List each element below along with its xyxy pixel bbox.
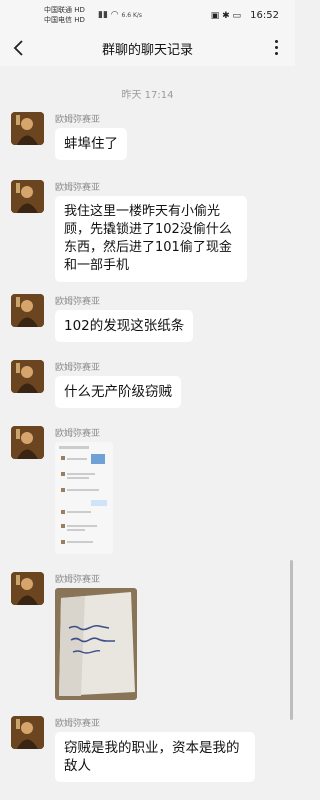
avatar[interactable] (11, 112, 44, 145)
status-bar: 中国联通 HD 中国电信 HD ▮▮ ◠ 6.6 K/s ▣ ✱ ▭ 16:52 (0, 0, 295, 30)
message-bubble[interactable]: 我住这里一楼昨天有小偷光顾，先撬锁进了102没偷什么东西，然后进了101偷了现金… (55, 196, 247, 282)
avatar[interactable] (11, 180, 44, 213)
chat-screenshot-image[interactable] (55, 442, 113, 554)
message-bubble[interactable]: 什么无产阶级窃贼 (55, 376, 181, 408)
avatar[interactable] (11, 294, 44, 327)
message-text: 我住这里一楼昨天有小偷光顾，先撬锁进了102没偷什么东西，然后进了101偷了现金… (64, 204, 232, 273)
scrollbar[interactable] (290, 560, 293, 720)
more-options-icon[interactable] (273, 40, 279, 56)
sender-name: 欧姆弥赛亚 (55, 429, 101, 439)
wifi-icon: ◠ (110, 10, 119, 20)
handwritten-note-image[interactable] (55, 588, 137, 700)
message-text: 窃贼是我的职业，资本是我的敌人 (64, 740, 240, 774)
avatar[interactable] (11, 572, 44, 605)
message-text: 什么无产阶级窃贼 (64, 384, 172, 400)
avatar[interactable] (11, 426, 44, 459)
carrier-2: 中国电信 HD (44, 16, 85, 24)
network-speed: 6.6 K/s (121, 12, 143, 19)
sender-name: 欧姆弥赛亚 (55, 297, 101, 307)
clock: 16:52 (250, 10, 279, 21)
carrier-info: 中国联通 HD 中国电信 HD (44, 5, 85, 25)
status-right: ▣ ✱ ▭ 16:52 (211, 10, 279, 21)
message-bubble[interactable]: 窃贼是我的职业，资本是我的敌人 (55, 732, 255, 782)
status-icons: ▣ ✱ ▭ (210, 11, 241, 21)
sender-name: 欧姆弥赛亚 (55, 363, 101, 373)
signal-icons: ▮▮ ◠ 6.6 K/s (98, 10, 142, 20)
avatar[interactable] (11, 716, 44, 749)
sender-name: 欧姆弥赛亚 (55, 115, 101, 125)
page-title: 群聊的聊天记录 (101, 43, 193, 58)
message-text: 蚌埠住了 (64, 136, 118, 152)
sender-name: 欧姆弥赛亚 (55, 183, 101, 193)
timestamp: 昨天 17:14 (121, 90, 174, 101)
header: 群聊的聊天记录 (0, 30, 295, 66)
avatar[interactable] (11, 360, 44, 393)
message-bubble[interactable]: 102的发现这张纸条 (55, 310, 194, 342)
carrier-1: 中国联通 HD (44, 6, 85, 14)
message-bubble[interactable]: 蚌埠住了 (55, 128, 127, 160)
message-text: 102的发现这张纸条 (64, 318, 185, 334)
sender-name: 欧姆弥赛亚 (55, 575, 101, 585)
sender-name: 欧姆弥赛亚 (55, 719, 101, 729)
signal-icon: ▮▮ (98, 10, 108, 20)
